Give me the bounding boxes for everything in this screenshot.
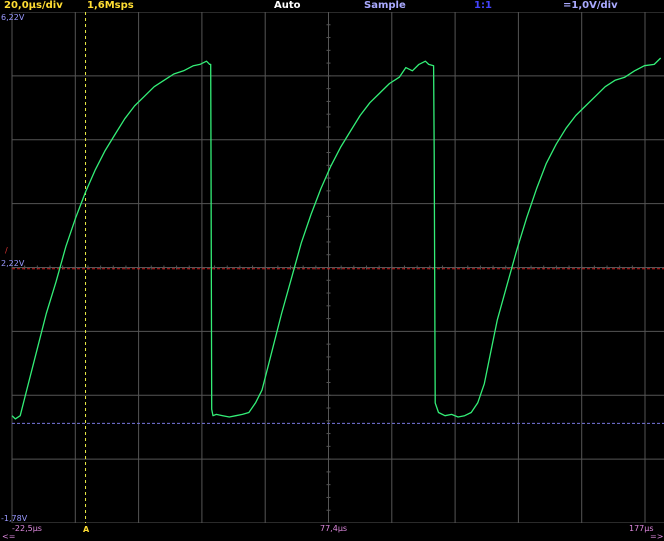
sample-rate-readout[interactable]: 1,6Msps	[87, 0, 134, 12]
trigger-position-marker[interactable]: A	[83, 525, 89, 534]
scale-top-label: 6,22V	[1, 13, 25, 22]
waveform-display[interactable]	[0, 12, 664, 523]
scale-bottom-label: -1,78V	[1, 514, 28, 523]
time-scale-bar: <= -22,5µs A 77,4µs 177µs =>	[0, 523, 664, 541]
time-mid-label: 77,4µs	[320, 524, 348, 533]
trigger-level-marker: /	[5, 246, 8, 255]
timebase-readout[interactable]: 20,0µs/div	[4, 0, 63, 12]
volts-per-div-readout[interactable]: =1,0V/div	[563, 0, 618, 12]
probe-ratio-readout[interactable]: 1:1	[474, 0, 492, 12]
acquisition-mode-readout[interactable]: Sample	[364, 0, 406, 12]
scale-mid-label: 2,22V	[1, 259, 25, 268]
scroll-left-icon[interactable]: <=	[2, 532, 15, 541]
scroll-right-icon[interactable]: =>	[650, 532, 663, 541]
time-left-label: -22,5µs	[12, 524, 42, 533]
status-bar: 20,0µs/div 1,6Msps Auto Sample 1:1 =1,0V…	[0, 0, 664, 12]
trigger-mode-readout[interactable]: Auto	[274, 0, 301, 12]
